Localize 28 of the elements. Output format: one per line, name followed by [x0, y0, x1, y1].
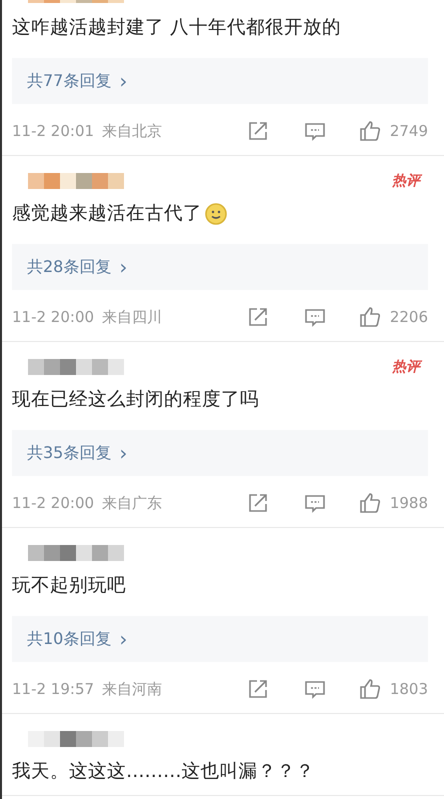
comment-time: 11-2 19:57 — [12, 678, 94, 700]
comment-text: 感觉越来越活在古代了 — [12, 202, 202, 226]
comment-text: 现在已经这么封闭的程度了吗 — [12, 388, 259, 412]
thumbs-up-icon[interactable] — [358, 677, 382, 701]
thumbs-up-icon[interactable] — [358, 305, 382, 329]
comment-location: 来自广东 — [102, 492, 162, 514]
replies-link[interactable]: 共35条回复 › — [12, 430, 428, 476]
comment-text: 玩不起别玩吧 — [12, 574, 126, 598]
hot-comment-tag: 热评 — [392, 356, 420, 378]
comment-location: 来自河南 — [102, 678, 162, 700]
replies-link[interactable]: 共77条回复 › — [12, 58, 428, 104]
thumbs-up-icon[interactable] — [358, 119, 382, 143]
hot-comment-tag: 热评 — [392, 170, 420, 192]
like-count: 1988 — [390, 492, 428, 514]
comment-text: 这咋越活越封建了 八十年代都很开放的 — [12, 16, 341, 40]
comment-text: 我天。这这这………这也叫漏？？？ — [12, 760, 314, 784]
replies-link[interactable]: 共28条回复 › — [12, 244, 428, 290]
thumbs-up-icon[interactable] — [358, 491, 382, 515]
like-count: 2206 — [390, 306, 428, 328]
like-count: 1803 — [390, 678, 428, 700]
like-count: 2749 — [390, 120, 428, 142]
replies-link[interactable]: 共10条回复 › — [12, 616, 428, 662]
comment-location: 来自四川 — [102, 306, 162, 328]
comment-time: 11-2 20:00 — [12, 492, 94, 514]
comment-time: 11-2 20:01 — [12, 120, 94, 142]
comment-location: 来自北京 — [102, 120, 162, 142]
comment-time: 11-2 20:00 — [12, 306, 94, 328]
smiley-icon — [204, 202, 228, 226]
